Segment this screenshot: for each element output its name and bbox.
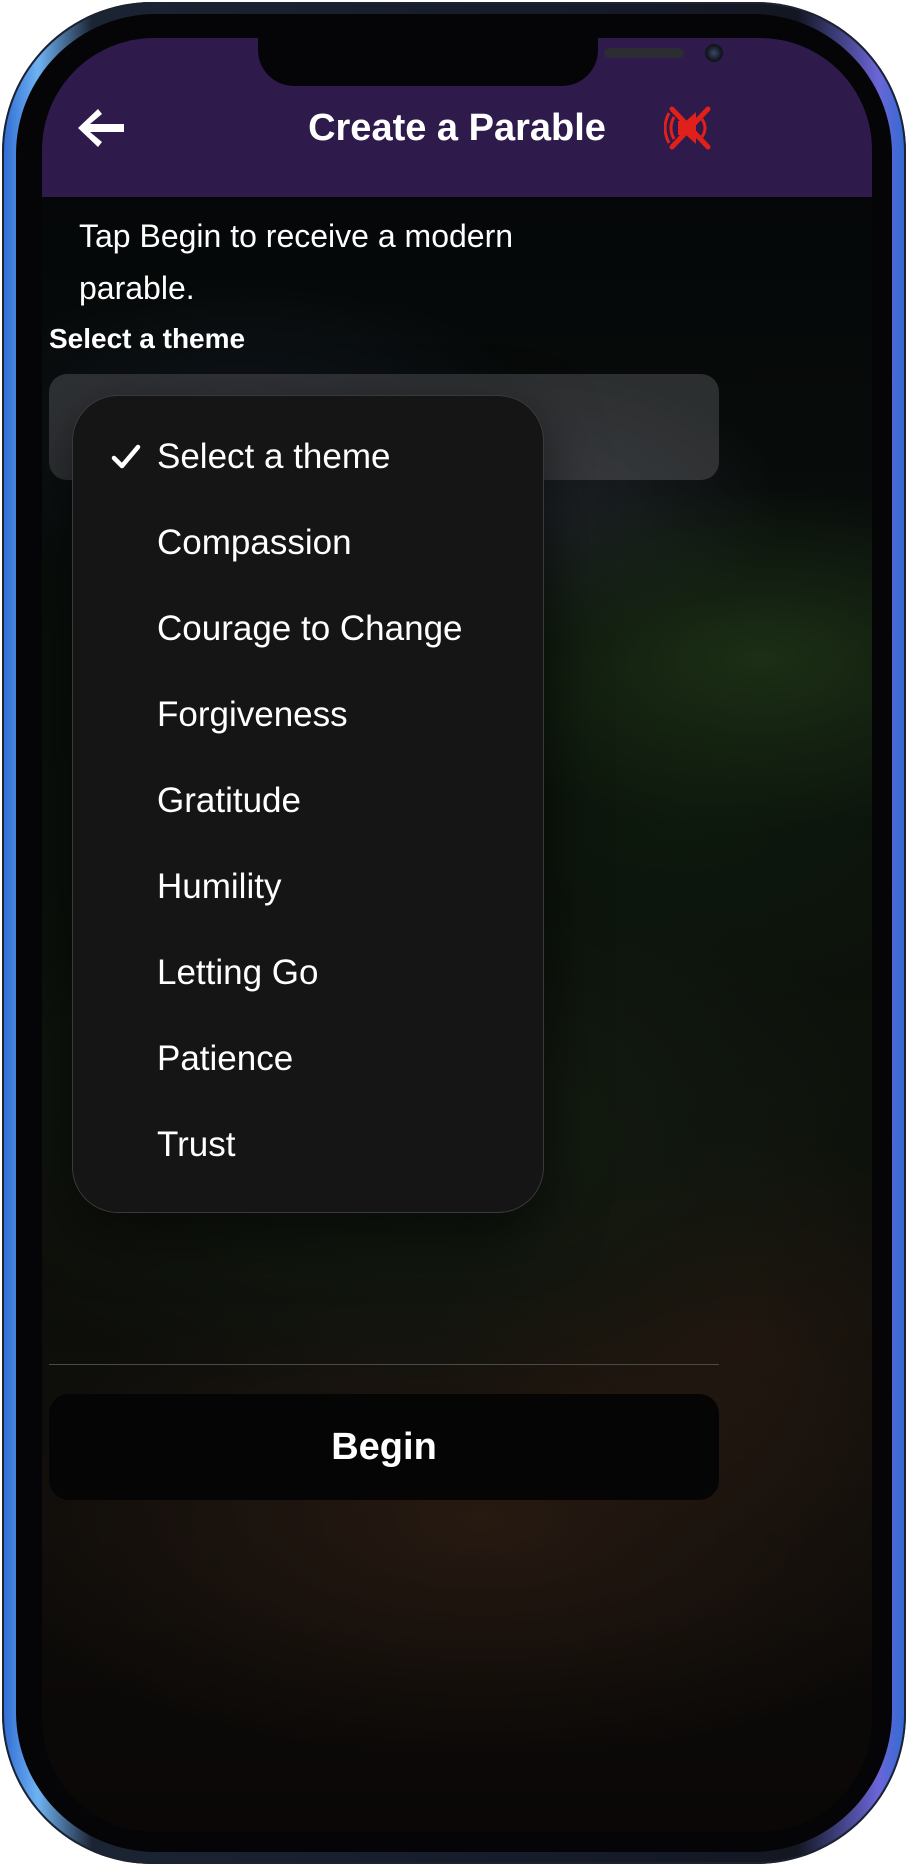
earpiece-speaker [604, 48, 684, 58]
theme-option-forgiveness[interactable]: Forgiveness [73, 672, 543, 758]
option-label: Letting Go [157, 953, 319, 992]
theme-option-humility[interactable]: Humility [73, 844, 543, 930]
option-label: Forgiveness [157, 695, 348, 734]
intro-text: Tap Begin to receive a modern parable. [79, 218, 514, 306]
theme-option-courage-to-change[interactable]: Courage to Change [73, 586, 543, 672]
checkmark-icon [111, 414, 141, 500]
theme-option-patience[interactable]: Patience [73, 1016, 543, 1102]
theme-label: Select a theme [49, 323, 246, 354]
option-label: Gratitude [157, 781, 301, 820]
theme-option-trust[interactable]: Trust [73, 1102, 543, 1188]
theme-option-compassion[interactable]: Compassion [73, 500, 543, 586]
device-notch [258, 38, 723, 86]
theme-option-letting-go[interactable]: Letting Go [73, 930, 543, 1016]
back-button[interactable] [68, 100, 134, 156]
theme-option-select-a-theme[interactable]: Select a theme [73, 414, 543, 500]
theme-dropdown-menu: Select a theme Compassion Courage to Cha… [72, 395, 544, 1213]
arrow-left-icon [78, 109, 124, 147]
option-label: Trust [157, 1125, 236, 1164]
theme-option-gratitude[interactable]: Gratitude [73, 758, 543, 844]
option-label: Humility [157, 867, 282, 906]
option-label: Select a theme [157, 437, 391, 476]
navigation-bar: Create a Parable [42, 38, 872, 197]
option-label: Patience [157, 1039, 294, 1078]
front-camera [705, 44, 723, 62]
footer-divider [49, 1364, 719, 1365]
speaker-muted-icon [664, 106, 711, 150]
sound-toggle-button[interactable] [656, 96, 722, 160]
option-label: Compassion [157, 523, 352, 562]
app-screen: Create a Parable Tap Begin to receive a … [42, 38, 872, 1832]
begin-button[interactable]: Begin [49, 1394, 719, 1500]
option-label: Courage to Change [157, 609, 463, 648]
